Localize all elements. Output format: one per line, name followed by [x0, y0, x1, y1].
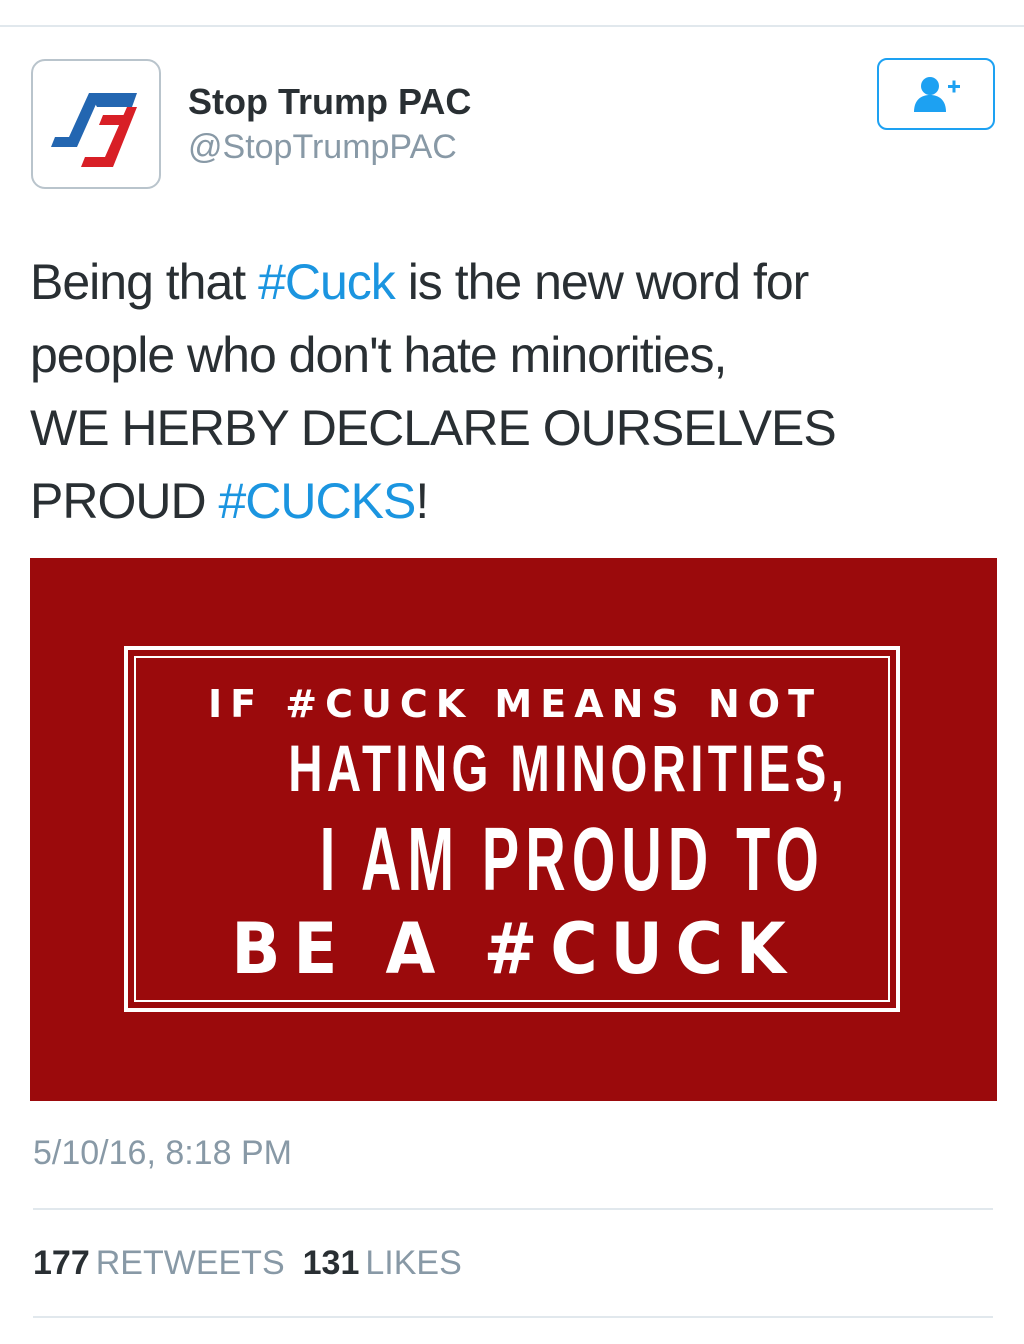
tweet-line-2: people who don't hate minorities,	[30, 327, 727, 383]
poster-text-line-1: IF #CUCK MEANS NOT	[207, 682, 823, 726]
tweet-text-segment: Being that	[30, 254, 259, 310]
top-divider	[0, 25, 1024, 27]
retweets-label: RETWEETS	[95, 1244, 285, 1282]
stats-top-divider	[33, 1208, 993, 1210]
user-handle[interactable]: @StopTrumpPAC	[188, 126, 457, 168]
tweet-text: Being that #Cuck is the new word for peo…	[30, 246, 990, 538]
poster-text-line-3: I AM PROUD TO	[319, 810, 826, 910]
retweets-stat[interactable]: 177 RETWEETS	[33, 1244, 285, 1282]
tweet-timestamp: 5/10/16, 8:18 PM	[33, 1134, 292, 1172]
stop-trump-pac-logo-icon	[51, 93, 137, 167]
tweet-line-1: Being that #Cuck is the new word for	[30, 246, 990, 319]
likes-label: LIKES	[365, 1244, 462, 1282]
likes-stat[interactable]: 131 LIKES	[303, 1244, 462, 1282]
poster-text-line-4: BE A #CUCK	[231, 908, 799, 990]
tweet-line-3: WE HERBY DECLARE OURSELVES	[30, 400, 837, 456]
hashtag-link-cucks[interactable]: #CUCKS	[218, 473, 416, 529]
likes-count: 131	[302, 1244, 360, 1282]
tweet-line-4: PROUD #CUCKS!	[30, 465, 990, 538]
tweet-text-segment: is the new word for	[394, 254, 810, 310]
follow-user-plus-icon	[914, 77, 960, 112]
follow-button[interactable]	[877, 58, 995, 130]
tweet-text-segment: PROUD	[30, 473, 219, 529]
tweet-text-segment: !	[415, 473, 429, 529]
tweet-stats: 177 RETWEETS 131 LIKES	[33, 1241, 462, 1285]
hashtag-link-cuck[interactable]: #Cuck	[258, 254, 396, 310]
retweets-count: 177	[33, 1244, 90, 1282]
display-name[interactable]: Stop Trump PAC	[188, 80, 471, 124]
stats-bottom-divider	[33, 1316, 993, 1318]
avatar[interactable]	[31, 59, 161, 189]
poster-text-line-2: HATING MINORITIES,	[288, 731, 849, 805]
tweet-media-image[interactable]: IF #CUCK MEANS NOT HATING MINORITIES, I …	[30, 558, 997, 1101]
